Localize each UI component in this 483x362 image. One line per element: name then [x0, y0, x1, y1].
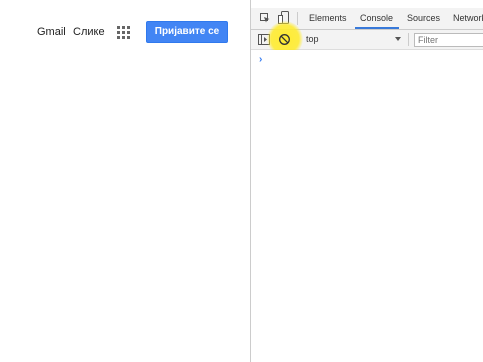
- apps-dot: [127, 31, 130, 34]
- screen: Gmail Слике Пријавите се Elements Consol…: [0, 0, 483, 362]
- tab-bar-separator: [297, 12, 298, 25]
- devtools-panel: Elements Console Sources Network top Fil…: [251, 0, 483, 362]
- apps-dot: [127, 26, 130, 29]
- apps-grid-icon[interactable]: [117, 26, 130, 39]
- filter-input[interactable]: [414, 33, 483, 47]
- apps-dot: [117, 26, 120, 29]
- apps-dot: [122, 31, 125, 34]
- apps-dot: [117, 36, 120, 39]
- console-output[interactable]: ›: [251, 50, 483, 362]
- images-link[interactable]: Слике: [73, 26, 105, 38]
- tab-console[interactable]: Console: [360, 8, 393, 29]
- apps-dot: [122, 26, 125, 29]
- apps-dot: [117, 31, 120, 34]
- context-value: top: [306, 34, 319, 44]
- console-toolbar: top: [251, 21, 483, 57]
- google-page: Gmail Слике Пријавите се: [0, 0, 250, 362]
- sign-in-button[interactable]: Пријавите се: [146, 21, 228, 43]
- tab-network[interactable]: Network: [453, 8, 483, 29]
- apps-dot: [127, 36, 130, 39]
- inspect-element-icon[interactable]: [260, 13, 270, 23]
- tab-sources[interactable]: Sources: [407, 8, 440, 29]
- tab-elements[interactable]: Elements: [309, 8, 347, 29]
- apps-dot: [122, 36, 125, 39]
- active-tab-indicator: [355, 27, 399, 29]
- toolbar-separator: [408, 33, 409, 46]
- dropdown-arrow-icon: [395, 37, 401, 41]
- console-prompt-icon: ›: [259, 54, 263, 65]
- context-selector[interactable]: top: [304, 30, 402, 49]
- gmail-link[interactable]: Gmail: [37, 26, 66, 38]
- clear-console-icon[interactable]: [278, 33, 291, 46]
